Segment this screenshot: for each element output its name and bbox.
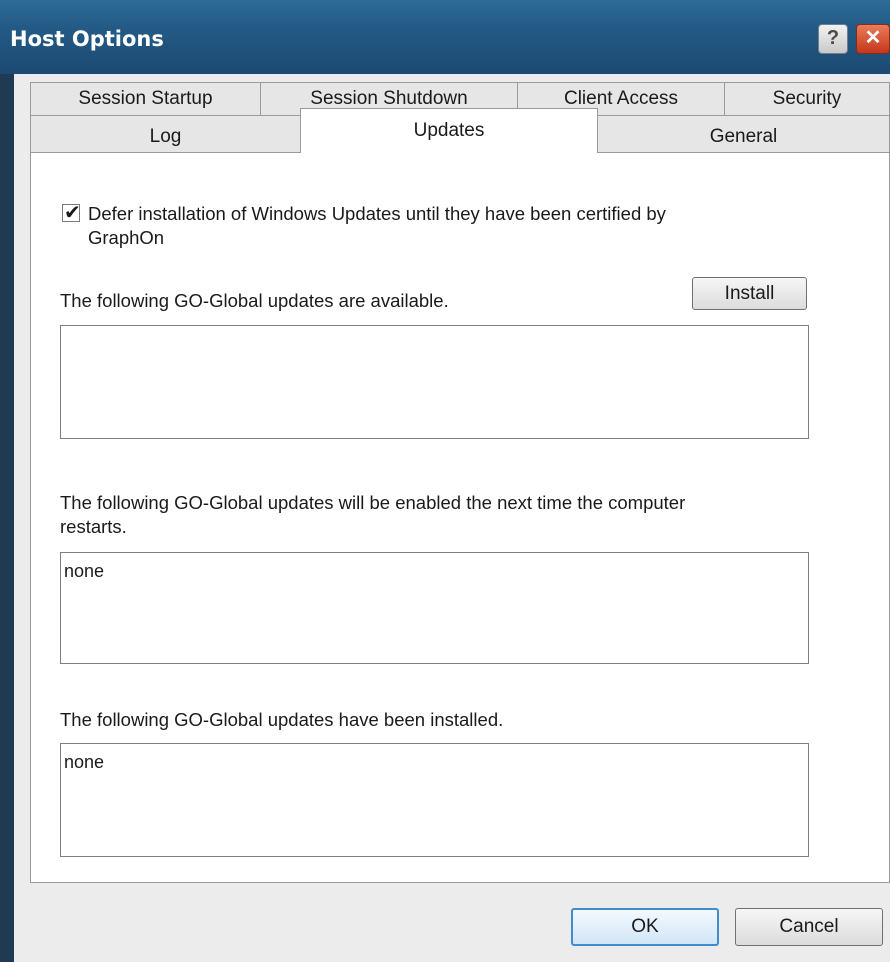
defer-updates-checkbox[interactable]: ✔ [62,202,81,224]
checkmark-icon: ✔ [64,202,81,224]
host-options-dialog: Host Options ? ✕ Session Startup Session… [0,0,890,962]
close-icon: ✕ [864,27,882,49]
available-updates-label: The following GO-Global updates are avai… [60,290,449,311]
tab-security[interactable]: Security [724,82,890,116]
installed-updates-label: The following GO-Global updates have bee… [60,709,504,730]
ok-button[interactable]: OK [571,908,719,946]
restart-updates-label-line2: restarts. [60,516,127,537]
restart-updates-label: The following GO-Global updates will be … [60,492,686,513]
install-button[interactable]: Install [692,277,807,310]
defer-updates-label[interactable]: Defer installation of Windows Updates un… [88,202,666,225]
help-button[interactable]: ? [818,24,848,54]
close-button[interactable]: ✕ [856,24,890,54]
tab-log[interactable]: Log [30,115,301,153]
tab-general[interactable]: General [597,115,890,153]
tab-updates[interactable]: Updates [300,108,598,153]
installed-updates-list[interactable]: none [60,743,809,857]
help-icon: ? [826,27,840,49]
cancel-button[interactable]: Cancel [735,908,883,946]
defer-updates-label-line2[interactable]: GraphOn [88,226,164,249]
window-title: Host Options [10,27,164,51]
tab-session-startup[interactable]: Session Startup [30,82,261,116]
available-updates-list[interactable] [60,325,809,439]
title-bar[interactable]: Host Options ? ✕ [0,0,890,74]
restart-updates-list[interactable]: none [60,552,809,664]
